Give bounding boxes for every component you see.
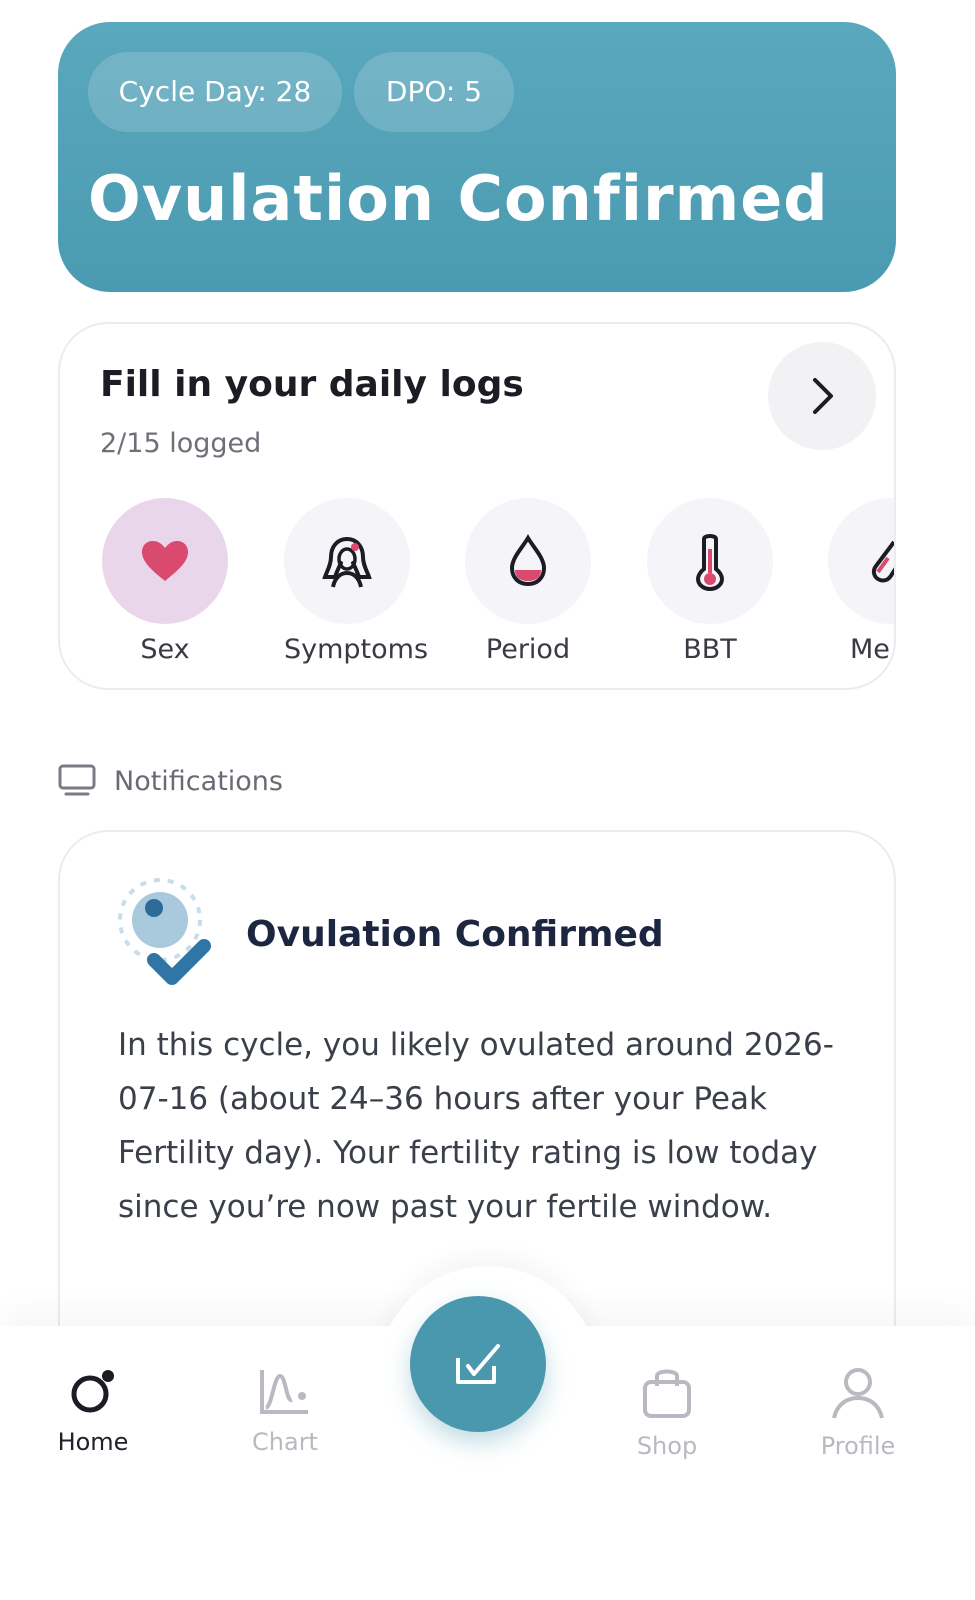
nav-label: Profile	[820, 1432, 896, 1460]
log-item-medication[interactable]: Me	[828, 498, 894, 665]
log-circle	[102, 498, 228, 624]
nav-label: Home	[57, 1428, 129, 1456]
notifications-heading: Notifications	[58, 764, 283, 798]
notifications-label: Notifications	[114, 765, 283, 797]
nav-chart[interactable]: Chart	[230, 1366, 340, 1456]
open-logs-button[interactable]	[768, 342, 876, 450]
nav-label: Shop	[636, 1432, 698, 1460]
log-label: Me	[850, 634, 890, 665]
nav-shop[interactable]: Shop	[612, 1366, 722, 1460]
log-label: Symptoms	[284, 634, 429, 665]
log-label: BBT	[683, 634, 737, 665]
notifications-icon	[58, 764, 96, 796]
log-item-period[interactable]: Period	[465, 498, 591, 665]
cycle-day-chip: Cycle Day: 28	[88, 52, 342, 132]
status-title: Ovulation Confirmed	[88, 162, 829, 235]
log-item-symptoms[interactable]: Symptoms	[284, 498, 429, 665]
nav-profile[interactable]: Profile	[803, 1366, 913, 1460]
log-circle	[828, 498, 894, 624]
log-label: Period	[485, 634, 571, 665]
heart-icon	[142, 541, 188, 581]
log-item-sex[interactable]: Sex	[102, 498, 228, 665]
thermometer-icon	[695, 534, 725, 591]
daily-logs-title: Fill in your daily logs	[100, 364, 524, 405]
home-screen: Cycle Day: 28 DPO: 5 Ovulation Confirmed…	[0, 0, 975, 1600]
notification-body: In this cycle, you likely ovulated aroun…	[118, 1027, 834, 1225]
logged-count: 2/15 logged	[100, 428, 262, 459]
profile-icon	[832, 1368, 884, 1419]
daily-logs-card[interactable]: Fill in your daily logs 2/15 logged Sex	[58, 322, 896, 690]
log-circle	[647, 498, 773, 624]
drop-icon	[509, 534, 547, 587]
chart-icon	[260, 1370, 308, 1414]
home-icon	[71, 1370, 114, 1413]
nav-label: Chart	[252, 1428, 318, 1456]
log-fab-button[interactable]	[410, 1296, 546, 1432]
dpo-chip: DPO: 5	[354, 52, 514, 132]
log-check-icon	[456, 1344, 500, 1384]
log-circle	[284, 498, 410, 624]
chevron-right-icon	[813, 378, 833, 414]
log-item-bbt[interactable]: BBT	[647, 498, 773, 665]
notification-title: Ovulation Confirmed	[246, 914, 664, 955]
status-banner: Cycle Day: 28 DPO: 5 Ovulation Confirmed	[58, 22, 896, 292]
log-label: Sex	[140, 634, 190, 665]
log-circle	[465, 498, 591, 624]
symptoms-icon	[322, 537, 372, 588]
nav-home[interactable]: Home	[38, 1366, 148, 1456]
shop-bag-icon	[643, 1369, 691, 1418]
medication-icon	[871, 540, 894, 583]
ovulation-confirmed-icon	[116, 876, 216, 1004]
